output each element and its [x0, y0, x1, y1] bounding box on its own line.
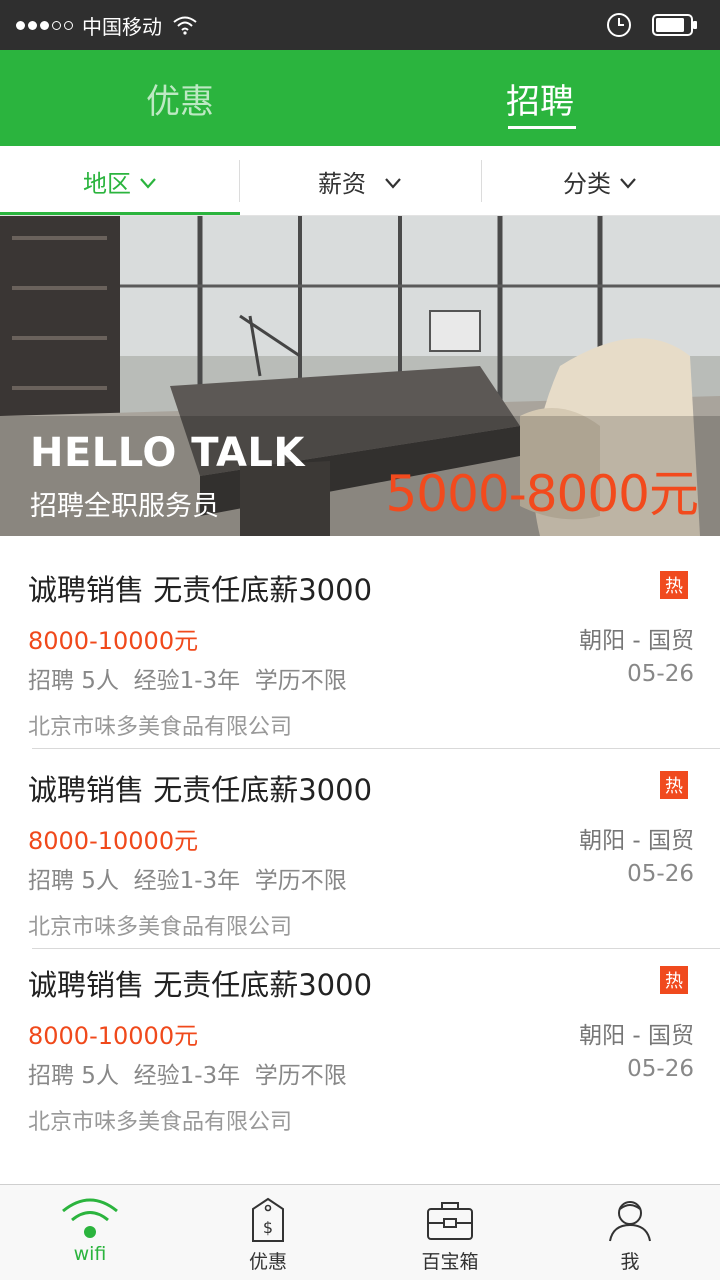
job-requirements: 招聘 5人 经验1-3年 学历不限: [28, 1063, 347, 1089]
tab-discounts[interactable]: 优惠: [0, 50, 360, 146]
banner-subtitle: 招聘全职服务员: [30, 491, 219, 522]
chevron-down-icon: [385, 178, 401, 189]
job-date: 05-26: [627, 861, 694, 887]
job-title: 诚聘销售 无责任底薪3000: [28, 968, 373, 1002]
chevron-down-icon: [620, 178, 636, 189]
filter-active-indicator: [0, 212, 240, 215]
job-date: 05-26: [627, 1056, 694, 1082]
toolbox-icon: [427, 1202, 473, 1240]
carrier-name: 中国移动: [82, 14, 162, 39]
hot-badge: 热: [660, 966, 688, 994]
nav-me[interactable]: 我: [540, 1185, 720, 1280]
battery-icon: [652, 14, 697, 36]
bottom-navigation: wifi $ 优惠 百宝箱 我: [0, 1184, 720, 1280]
job-salary: 8000-10000元: [28, 827, 199, 855]
nav-me-label: 我: [620, 1251, 640, 1273]
filter-category[interactable]: 分类: [480, 146, 720, 216]
job-location: 朝阳 - 国贸: [579, 628, 694, 654]
nav-discounts[interactable]: $ 优惠: [178, 1185, 358, 1280]
job-list-item[interactable]: 诚聘销售 无责任底薪3000 热 8000-10000元 朝阳 - 国贸 招聘 …: [0, 737, 720, 940]
filter-salary-label: 薪资: [318, 169, 366, 198]
filter-bar: 地区 薪资 分类: [0, 146, 720, 216]
price-tag-icon: $: [252, 1197, 284, 1242]
job-location: 朝阳 - 国贸: [579, 828, 694, 854]
wifi-signal-icon: [173, 16, 197, 35]
svg-text:$: $: [263, 1218, 273, 1237]
filter-region-label: 地区: [83, 169, 131, 198]
nav-wifi-label: wifi: [73, 1243, 107, 1265]
nav-discounts-label: 优惠: [248, 1251, 287, 1273]
wifi-icon: [62, 1198, 118, 1238]
job-title: 诚聘销售 无责任底薪3000: [28, 773, 373, 807]
job-list-item[interactable]: 诚聘销售 无责任底薪3000 热 8000-10000元 朝阳 - 国贸 招聘 …: [0, 932, 720, 1135]
chevron-down-icon: [140, 178, 156, 189]
job-salary: 8000-10000元: [28, 627, 199, 655]
filter-region[interactable]: 地区: [0, 146, 240, 216]
top-tab-bar: 优惠 招聘: [0, 50, 720, 146]
alarm-clock-icon: [607, 13, 631, 37]
job-date: 05-26: [627, 661, 694, 687]
banner-salary: 5000-8000元: [385, 465, 699, 523]
active-tab-indicator: [508, 126, 576, 129]
hot-badge: 热: [660, 571, 688, 599]
status-right: [606, 0, 698, 50]
job-title: 诚聘销售 无责任底薪3000: [28, 573, 373, 607]
promo-banner[interactable]: HELLO TALK 招聘全职服务员 5000-8000元: [0, 216, 720, 536]
status-left: 中国移动: [16, 0, 198, 50]
nav-wifi[interactable]: wifi: [0, 1185, 180, 1280]
filter-salary[interactable]: 薪资: [240, 146, 480, 216]
filter-category-label: 分类: [563, 169, 611, 198]
job-requirements: 招聘 5人 经验1-3年 学历不限: [28, 868, 347, 894]
hot-badge: 热: [660, 771, 688, 799]
user-icon: [609, 1201, 651, 1242]
job-list-item[interactable]: 诚聘销售 无责任底薪3000 热 8000-10000元 朝阳 - 国贸 招聘 …: [0, 537, 720, 740]
nav-toolbox-label: 百宝箱: [421, 1251, 479, 1273]
job-requirements: 招聘 5人 经验1-3年 学历不限: [28, 668, 347, 694]
job-salary: 8000-10000元: [28, 1022, 199, 1050]
status-bar: 中国移动: [0, 0, 720, 50]
nav-toolbox[interactable]: 百宝箱: [360, 1185, 540, 1280]
tab-recruitment[interactable]: 招聘: [360, 50, 720, 146]
signal-strength-icon: [16, 20, 76, 30]
banner-title: HELLO TALK: [30, 430, 305, 476]
job-location: 朝阳 - 国贸: [579, 1023, 694, 1049]
job-company: 北京市味多美食品有限公司: [28, 1110, 293, 1135]
